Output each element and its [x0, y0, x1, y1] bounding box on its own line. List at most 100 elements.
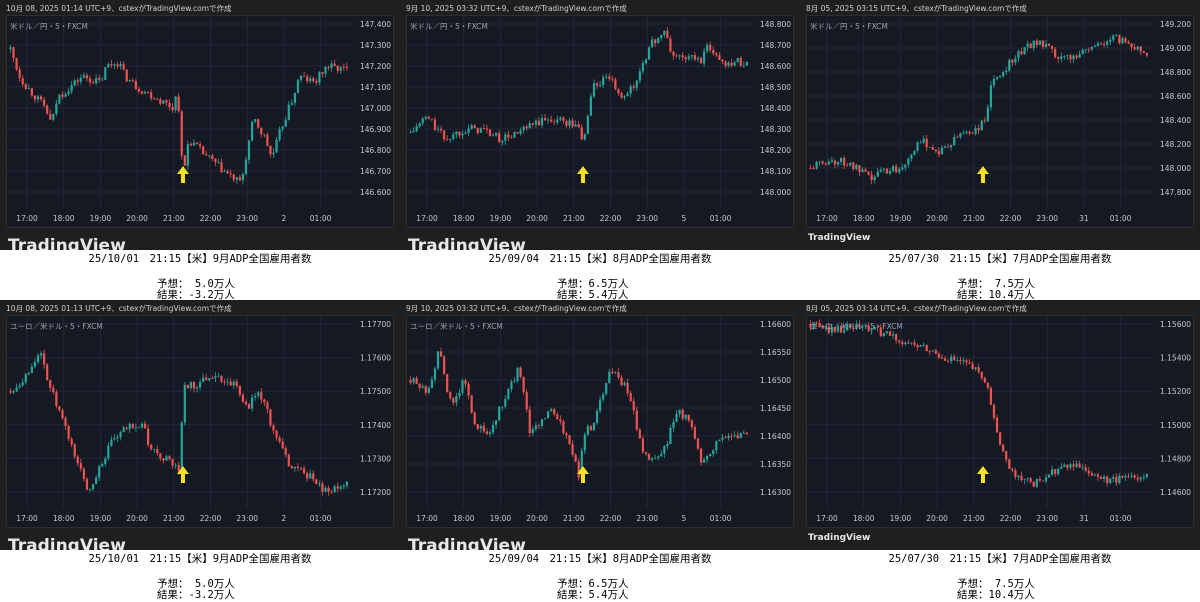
x-tick-label: 31: [1079, 514, 1089, 523]
candle-body: [214, 376, 217, 379]
candle-body: [241, 173, 245, 181]
candle-body: [128, 80, 131, 82]
candle-body: [571, 120, 574, 127]
candle-body: [950, 144, 953, 148]
candle-body: [415, 126, 418, 131]
candle-body: [153, 98, 156, 100]
candle-body: [168, 102, 171, 108]
candle-body: [202, 146, 205, 155]
candle-body: [449, 138, 452, 141]
candle-body: [186, 384, 189, 388]
x-tick-label: 18:00: [453, 214, 475, 223]
candle-body: [1075, 55, 1078, 58]
candle-body: [470, 125, 473, 129]
candle-body: [235, 177, 238, 180]
candle-body: [940, 357, 944, 359]
candle-body: [925, 345, 928, 351]
candle-body: [623, 96, 626, 98]
candle-body: [675, 414, 678, 422]
candle-body: [693, 55, 697, 60]
candle-body: [79, 463, 82, 469]
candle-body: [64, 418, 67, 427]
x-tick-label: 22:00: [200, 514, 222, 523]
candle-body: [137, 88, 141, 92]
candle-body: [687, 414, 690, 421]
candle-body: [983, 377, 986, 383]
candle-body: [913, 342, 916, 345]
x-tick-label: 21:00: [963, 514, 985, 523]
candle-body: [424, 116, 427, 119]
candle-body: [1102, 476, 1106, 479]
candle-body: [46, 364, 49, 381]
chart-image: 8月 05, 2025 03:15 UTC+9、cstexがTradingVie…: [800, 0, 1200, 250]
candle-body: [983, 120, 986, 122]
candle-body: [519, 367, 522, 377]
candle-body: [617, 89, 620, 94]
candle-body: [824, 163, 827, 165]
candle-body: [507, 389, 510, 400]
candle-body: [104, 458, 107, 464]
candle-body: [1145, 474, 1149, 478]
candle-body: [101, 79, 104, 81]
candle-body: [504, 399, 507, 407]
candle-body: [947, 146, 950, 148]
candle-body: [1093, 474, 1097, 476]
candle-body: [934, 350, 937, 354]
candle-body: [867, 171, 870, 175]
candle-body: [904, 342, 907, 345]
candle-body: [122, 64, 125, 70]
candle-body: [956, 360, 959, 361]
candle-body: [125, 69, 128, 82]
y-tick-label: 1.14800: [1160, 454, 1191, 463]
candle-body: [430, 118, 433, 120]
x-tick-label: 17:00: [816, 214, 838, 223]
candle-body: [937, 151, 941, 155]
candle-body: [1014, 58, 1017, 63]
candle-body: [125, 427, 128, 429]
candle-body: [110, 439, 113, 446]
candle-body: [427, 388, 430, 393]
candle-body: [876, 171, 879, 177]
candle-body: [672, 421, 675, 428]
candle-body: [1112, 476, 1115, 479]
candle-body: [52, 113, 55, 120]
candle-body: [1087, 49, 1090, 51]
candle-body: [626, 93, 629, 97]
candle-body: [1072, 464, 1075, 467]
candle-body: [73, 80, 76, 86]
candlestick-chart: 149.200 149.000 148.800 148.600 148.400 148.2…: [807, 16, 1191, 223]
candle-body: [1057, 468, 1060, 474]
candle-body: [553, 121, 556, 123]
caption: 25/09/04 21:15【米】8月ADP全国雇用者数 予想：6.5万人 結果…: [400, 250, 800, 301]
candle-body: [1115, 476, 1118, 483]
candle-body: [999, 76, 1002, 78]
y-tick-label: 147.300: [360, 41, 391, 50]
candle-body: [669, 427, 672, 445]
candle-body: [699, 448, 703, 463]
x-tick-label: 18:00: [53, 514, 75, 523]
candle-body: [901, 167, 904, 170]
x-tick-label: 23:00: [236, 514, 258, 523]
candle-body: [672, 51, 675, 56]
candle-body: [491, 135, 495, 137]
x-tick-label: 20:00: [926, 514, 948, 523]
y-tick-label: 148.400: [1160, 116, 1191, 125]
candle-body: [467, 128, 470, 133]
x-tick-label: 23:00: [236, 214, 258, 223]
y-tick-label: 1.17400: [360, 421, 391, 430]
candle-body: [895, 166, 898, 173]
candle-body: [1124, 38, 1127, 43]
candle-body: [284, 119, 287, 127]
candle-body: [608, 371, 611, 384]
candle-body: [1038, 40, 1041, 46]
candle-body: [1090, 473, 1093, 476]
candle-body: [644, 452, 648, 454]
candle-body: [1118, 35, 1121, 44]
candle-body: [27, 88, 30, 90]
candle-body: [827, 161, 830, 165]
candle-body: [70, 85, 73, 92]
candle-body: [1017, 475, 1020, 477]
candle-body: [599, 399, 602, 411]
candle-body: [580, 127, 583, 140]
candle-body: [473, 125, 476, 128]
